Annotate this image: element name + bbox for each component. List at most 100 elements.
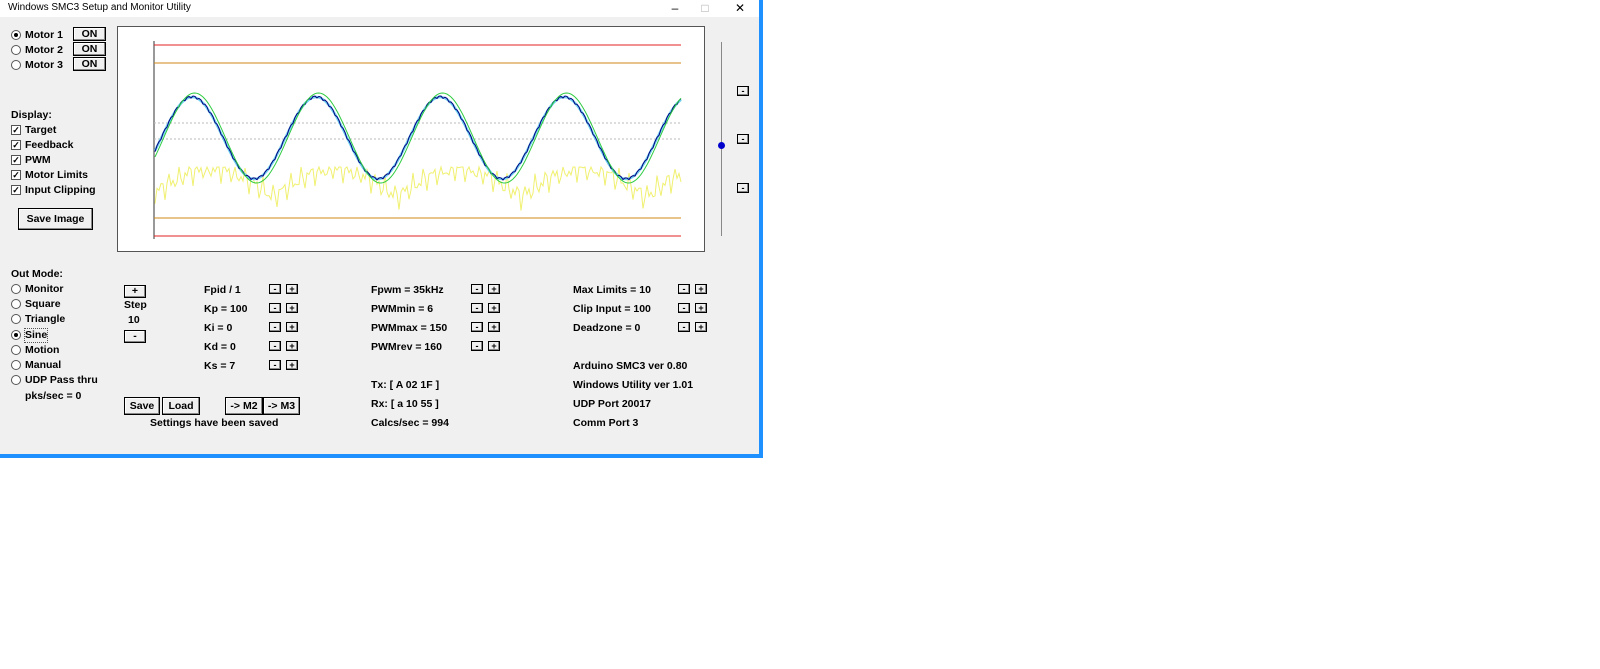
deadzone-minus-button[interactable]: - — [678, 322, 690, 332]
clip-input-minus-button[interactable]: - — [678, 303, 690, 313]
manual-radio[interactable] — [11, 360, 21, 370]
manual-label: Manual — [25, 359, 62, 371]
kd-label: Kd = 0 — [204, 341, 236, 353]
slider-minus-button-2[interactable]: - — [737, 134, 749, 144]
pwm-trace — [154, 165, 682, 211]
slider-minus-button-3[interactable]: - — [737, 183, 749, 193]
motor-3-radio[interactable] — [11, 60, 21, 70]
pwm-checkbox[interactable]: ✓ — [11, 155, 21, 165]
motor-1-radio[interactable] — [11, 30, 21, 40]
pwmmin-minus-button[interactable]: - — [471, 303, 483, 313]
max-limits-plus-button[interactable]: + — [695, 284, 707, 294]
title-bar: Windows SMC3 Setup and Monitor Utility –… — [0, 0, 759, 17]
kp-plus-button[interactable]: + — [286, 303, 298, 313]
fpid-plus-button[interactable]: + — [286, 284, 298, 294]
ks-label: Ks = 7 — [204, 360, 236, 372]
target-trace — [153, 95, 682, 181]
comm-port: Comm Port 3 — [573, 417, 639, 429]
display-heading: Display: — [11, 109, 52, 121]
motor-2-radio[interactable] — [11, 45, 21, 55]
triangle-label: Triangle — [25, 313, 66, 325]
feedback-label: Feedback — [25, 139, 74, 151]
maximize-button[interactable]: □ — [688, 0, 722, 17]
pwmrev-plus-button[interactable]: + — [488, 341, 500, 351]
rx-readout: Rx: [ a 10 55 ] — [371, 398, 439, 410]
step-label: Step — [124, 299, 147, 311]
plot-svg — [153, 41, 682, 239]
pwm-label: PWM — [25, 154, 51, 166]
kp-minus-button[interactable]: - — [269, 303, 281, 313]
deadzone-label: Deadzone = 0 — [573, 322, 641, 334]
udp-pass-thru-radio[interactable] — [11, 375, 21, 385]
deadzone-plus-button[interactable]: + — [695, 322, 707, 332]
input-clipping-label: Input Clipping — [25, 184, 96, 196]
udp-port: UDP Port 20017 — [573, 398, 652, 410]
feedback-checkbox[interactable]: ✓ — [11, 140, 21, 150]
arduino-version: Arduino SMC3 ver 0.80 — [573, 360, 688, 372]
pwmmin-label: PWMmin = 6 — [371, 303, 434, 315]
clip-input-label: Clip Input = 100 — [573, 303, 651, 315]
fpid-minus-button[interactable]: - — [269, 284, 281, 294]
motor-3-on-button[interactable]: ON — [73, 57, 106, 71]
step-value: 10 — [128, 314, 140, 326]
ki-minus-button[interactable]: - — [269, 322, 281, 332]
motor-limits-label: Motor Limits — [25, 169, 88, 181]
triangle-radio[interactable] — [11, 314, 21, 324]
monitor-label: Monitor — [25, 283, 64, 295]
pwmrev-minus-button[interactable]: - — [471, 341, 483, 351]
square-label: Square — [25, 298, 61, 310]
pks-per-sec: pks/sec = 0 — [25, 390, 82, 402]
pwmmax-label: PWMmax = 150 — [371, 322, 448, 334]
fpwm-label: Fpwm = 35kHz — [371, 284, 444, 296]
kd-plus-button[interactable]: + — [286, 341, 298, 351]
motor-2-on-button[interactable]: ON — [73, 42, 106, 56]
window-title: Windows SMC3 Setup and Monitor Utility — [8, 2, 191, 13]
pwmrev-label: PWMrev = 160 — [371, 341, 442, 353]
pwmmin-plus-button[interactable]: + — [488, 303, 500, 313]
slider-thumb[interactable] — [718, 142, 725, 149]
target-label: Target — [25, 124, 57, 136]
target-checkbox[interactable]: ✓ — [11, 125, 21, 135]
ks-plus-button[interactable]: + — [286, 360, 298, 370]
motor-2-label: Motor 2 — [25, 44, 63, 56]
load-button[interactable]: Load — [162, 397, 200, 415]
sine-label: Sine — [23, 328, 49, 343]
target-dark-trace — [154, 95, 682, 181]
slider-minus-button-1[interactable]: - — [737, 86, 749, 96]
copy-to-m2-button[interactable]: -> M2 — [225, 397, 263, 415]
step-minus-button[interactable]: - — [124, 330, 146, 343]
monitor-plot — [117, 26, 705, 252]
square-radio[interactable] — [11, 299, 21, 309]
out-mode-heading: Out Mode: — [11, 268, 63, 280]
pwmmax-minus-button[interactable]: - — [471, 322, 483, 332]
slider-track[interactable] — [721, 42, 722, 236]
fpwm-minus-button[interactable]: - — [471, 284, 483, 294]
utility-version: Windows Utility ver 1.01 — [573, 379, 694, 391]
fpid-label: Fpid / 1 — [204, 284, 241, 296]
step-plus-button[interactable]: + — [124, 285, 146, 298]
calcs-per-sec: Calcs/sec = 994 — [371, 417, 449, 429]
kd-minus-button[interactable]: - — [269, 341, 281, 351]
minimize-button[interactable]: – — [658, 0, 692, 17]
clip-input-plus-button[interactable]: + — [695, 303, 707, 313]
close-button[interactable]: ✕ — [723, 0, 757, 17]
sine-radio[interactable] — [11, 330, 21, 340]
copy-to-m3-button[interactable]: -> M3 — [263, 397, 300, 415]
motor-1-on-button[interactable]: ON — [73, 27, 106, 41]
motor-1-label: Motor 1 — [25, 29, 63, 41]
ks-minus-button[interactable]: - — [269, 360, 281, 370]
max-limits-minus-button[interactable]: - — [678, 284, 690, 294]
fpwm-plus-button[interactable]: + — [488, 284, 500, 294]
ki-label: Ki = 0 — [204, 322, 233, 334]
save-image-button[interactable]: Save Image — [18, 208, 93, 230]
udp-pass-thru-label: UDP Pass thru — [25, 374, 98, 386]
motor-limits-checkbox[interactable]: ✓ — [11, 170, 21, 180]
ki-plus-button[interactable]: + — [286, 322, 298, 332]
monitor-radio[interactable] — [11, 284, 21, 294]
save-button[interactable]: Save — [124, 397, 160, 415]
max-limits-label: Max Limits = 10 — [573, 284, 651, 296]
motion-radio[interactable] — [11, 345, 21, 355]
motor-3-label: Motor 3 — [25, 59, 63, 71]
pwmmax-plus-button[interactable]: + — [488, 322, 500, 332]
input-clipping-checkbox[interactable]: ✓ — [11, 185, 21, 195]
